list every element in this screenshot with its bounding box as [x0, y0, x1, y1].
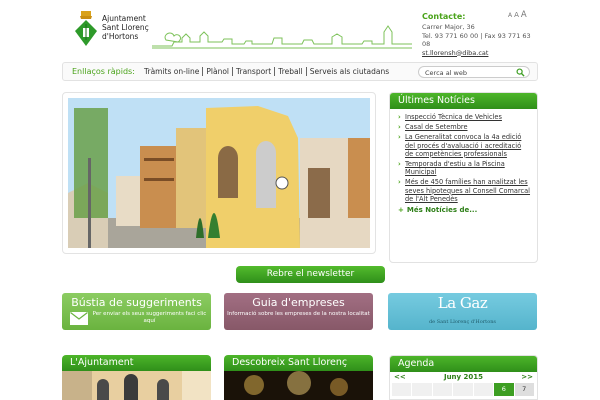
quick-link-tramits[interactable]: Tràmits on-line [141, 67, 204, 76]
news-item[interactable]: La Generalitat convoca la 4a edició del … [398, 133, 531, 158]
town-street-photo [68, 98, 370, 248]
agenda-day[interactable] [432, 383, 453, 396]
envelope-icon [70, 312, 88, 325]
news-title: Últimes Notícies [390, 93, 537, 109]
agenda-section: Agenda << Juny 2015 >> 6 7 [389, 355, 538, 400]
discover-section[interactable]: Descobreix Sant Llorenç [224, 355, 373, 400]
plus-icon: + [398, 206, 404, 215]
agenda-day-today[interactable]: 6 [494, 383, 514, 396]
agenda-next-button[interactable]: >> [521, 372, 533, 383]
quick-link-serveis[interactable]: Serveis als ciutadans [307, 67, 392, 76]
agenda-month-nav: << Juny 2015 >> [390, 372, 537, 383]
agenda-day[interactable] [473, 383, 494, 396]
more-news-label: Més Notícies de... [406, 206, 478, 215]
suggestions-banner[interactable]: Bústia de suggeriments Per enviar els se… [62, 293, 211, 330]
agenda-days-row: 6 7 [390, 383, 537, 396]
org-name[interactable]: Ajuntament Sant Llorenç d'Hortons [102, 14, 149, 41]
la-gaz-banner[interactable]: La Gaz de Sant Llorenç d'Hortons [388, 293, 537, 330]
quick-link-planol[interactable]: Plànol [203, 67, 234, 76]
news-item[interactable]: Inspecció Tècnica de Vehicles [398, 113, 531, 121]
news-list: Inspecció Tècnica de Vehicles Casal de S… [390, 109, 537, 203]
contact-title: Contacte: [422, 12, 466, 21]
business-guide-subtitle: Informació sobre les empreses de la nost… [227, 311, 370, 317]
coat-of-arms-icon[interactable] [74, 11, 98, 49]
contact-info: Contacte: Carrer Major, 36 Tel. 93 771 6… [422, 12, 532, 57]
ajuntament-title: L'Ajuntament [62, 355, 211, 371]
town-skyline-illustration [152, 25, 412, 49]
discover-title: Descobreix Sant Llorenç [224, 355, 373, 371]
search-input[interactable] [425, 68, 515, 77]
site-header: Ajuntament Sant Llorenç d'Hortons Contac… [0, 0, 600, 58]
agenda-day[interactable] [453, 383, 473, 396]
quick-links-list: Tràmits on-line Plànol Transport Treball… [141, 67, 392, 76]
org-name-line: Sant Llorenç [102, 23, 149, 32]
contact-phone: Tel. 93 771 60 00 | Fax 93 771 63 08 [422, 31, 531, 49]
quick-link-treball[interactable]: Treball [275, 67, 307, 76]
agenda-day[interactable]: 7 [514, 383, 534, 396]
contact-email-link[interactable]: st.llorensh@diba.cat [422, 49, 532, 58]
la-gaz-logo: La Gaz [437, 294, 488, 312]
contact-address: Carrer Major, 36 [422, 23, 475, 31]
town-hall-photo [62, 371, 211, 400]
quick-links-title: Enllaços ràpids: [72, 67, 135, 76]
agenda-month-label: Juny 2015 [443, 373, 484, 381]
photo-slideshow[interactable] [62, 92, 376, 254]
org-name-line: Ajuntament [102, 14, 146, 23]
business-guide-banner[interactable]: Guia d'empreses Informació sobre les emp… [224, 293, 373, 330]
news-item[interactable]: Temporada d'estiu a la Piscina Municipal [398, 160, 531, 176]
org-name-line: d'Hortons [102, 32, 139, 41]
agenda-day[interactable] [412, 383, 432, 396]
suggestions-subtitle: Per enviar els seus suggeriments faci cl… [92, 311, 207, 324]
agenda-title: Agenda [390, 356, 537, 372]
quick-link-transport[interactable]: Transport [233, 67, 276, 76]
fireworks-photo [224, 371, 373, 400]
business-guide-title: Guia d'empreses [252, 296, 345, 309]
agenda-day[interactable] [392, 383, 412, 396]
search-icon[interactable] [516, 68, 525, 77]
search-box [418, 66, 530, 78]
newsletter-button[interactable]: Rebre el newsletter [236, 266, 385, 283]
la-gaz-subtitle: de Sant Llorenç d'Hortons [428, 319, 496, 325]
news-item[interactable]: Casal de Setembre [398, 123, 531, 131]
more-news-link[interactable]: + Més Notícies de... [390, 206, 537, 214]
quick-links-bar: Enllaços ràpids: Tràmits on-line Plànol … [62, 62, 538, 81]
suggestions-title: Bústia de suggeriments [71, 296, 202, 309]
ajuntament-section[interactable]: L'Ajuntament [62, 355, 211, 400]
agenda-prev-button[interactable]: << [394, 372, 406, 383]
news-item[interactable]: Més de 450 famílies han analitzat les se… [398, 178, 531, 203]
latest-news-panel: Últimes Notícies Inspecció Tècnica de Ve… [389, 92, 538, 263]
